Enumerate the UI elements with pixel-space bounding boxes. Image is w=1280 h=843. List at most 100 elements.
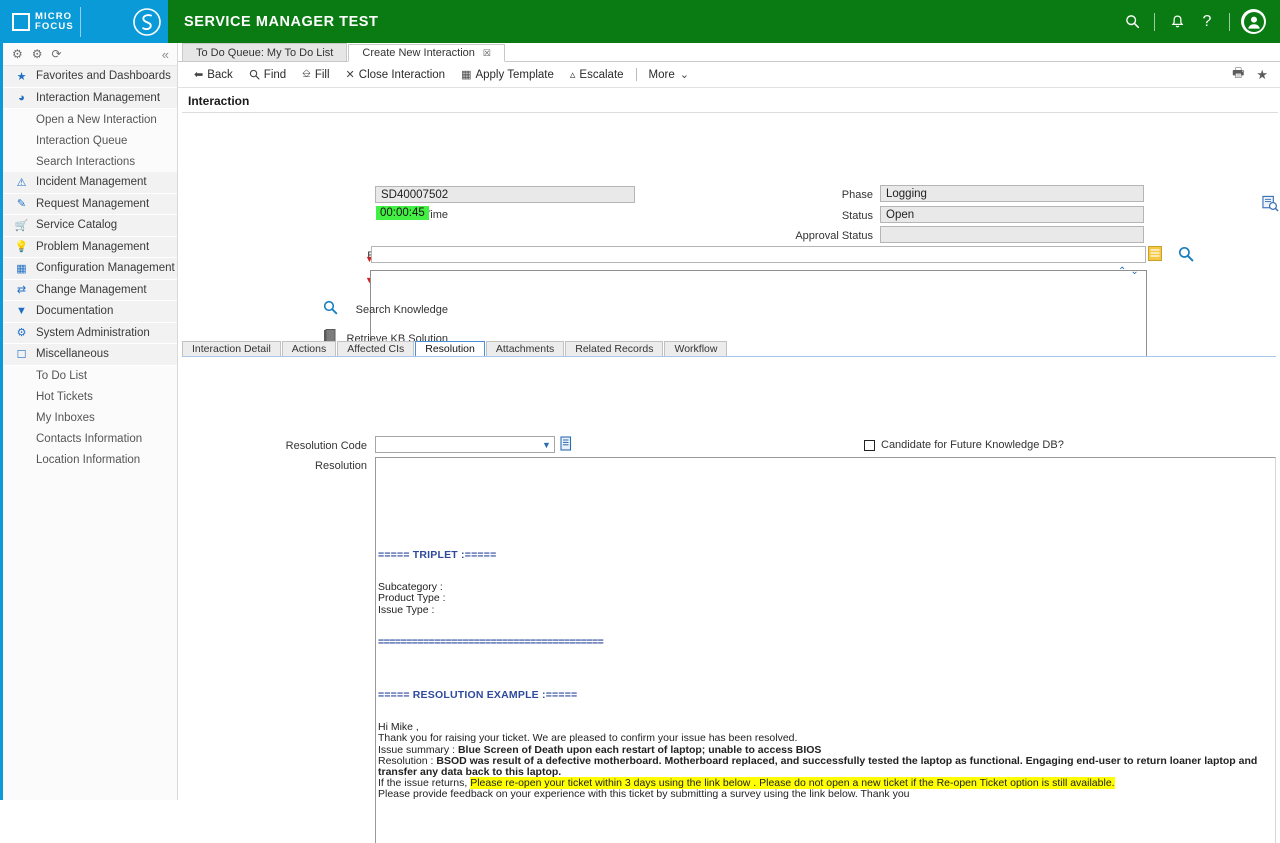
more-button[interactable]: More ⌄ <box>641 62 697 88</box>
sidebar-item-documentation[interactable]: ▼ Documentation <box>3 301 177 323</box>
tab-label: Actions <box>291 343 327 355</box>
app-header: MICRO FOCUS SERVICE MANAGER TEST ? <box>0 0 1280 43</box>
printer-icon[interactable]: 🖶 <box>1232 64 1244 86</box>
gear-icon[interactable]: ⚙ <box>12 48 23 60</box>
sidebar-item-label: Configuration Management <box>36 262 175 275</box>
sidebar-item-request-management[interactable]: ✎ Request Management <box>3 193 177 215</box>
sidebar-item-hot-tickets[interactable]: Hot Tickets <box>3 386 177 408</box>
exchange-icon: ⇄ <box>16 284 27 297</box>
sidebar-item-search-interactions[interactable]: Search Interactions <box>3 151 177 172</box>
sidebar-item-change-management[interactable]: ⇄ Change Management <box>3 279 177 301</box>
feedback-line: Please provide feedback on your experien… <box>378 788 910 801</box>
back-button[interactable]: ⬅ Back <box>186 62 241 88</box>
apply-template-button[interactable]: ▦ Apply Template <box>453 62 562 88</box>
logo-divider <box>79 6 81 37</box>
section-heading: Interaction <box>182 88 1278 113</box>
header-divider-1 <box>1154 12 1155 31</box>
sidebar-collapse-icon[interactable]: « <box>162 47 169 62</box>
window-tab-create-new-interaction[interactable]: Create New Interaction ☒ <box>348 44 505 62</box>
sidebar-item-configuration-management[interactable]: ▦ Configuration Management <box>3 258 177 280</box>
search-knowledge-icon[interactable] <box>323 300 338 320</box>
sidebar-item-label: Miscellaneous <box>36 348 109 361</box>
sidebar-item-service-catalog[interactable]: 🛒 Service Catalog <box>3 215 177 237</box>
sidebar-item-my-inboxes[interactable]: My Inboxes <box>3 407 177 429</box>
tab-workflow[interactable]: Workflow <box>664 341 728 357</box>
admin-icon: ⚙ <box>16 327 27 340</box>
sidebar-subitem-label: Contacts Information <box>36 433 143 445</box>
phase-field[interactable]: Logging <box>880 185 1144 202</box>
tab-resolution[interactable]: Resolution <box>415 341 485 357</box>
search-icon <box>249 69 260 80</box>
sidebar-item-open-a-new-interaction[interactable]: Open a New Interaction <box>3 109 177 130</box>
sidebar-item-incident-management[interactable]: ⚠ Incident Management <box>3 172 177 194</box>
chevron-down-icon[interactable]: ▼ <box>539 437 554 452</box>
sidebar-subitem-label: To Do List <box>36 370 88 382</box>
resolution-line: Resolution : BSOD was result of a defect… <box>378 754 1258 778</box>
sidebar-item-location-information[interactable]: Location Information <box>3 449 177 471</box>
status-field[interactable]: Open <box>880 206 1144 223</box>
sidebar-item-miscellaneous[interactable]: ☐ Miscellaneous <box>3 344 177 366</box>
toolbar-divider <box>635 68 637 81</box>
escalate-button[interactable]: ▵ Escalate <box>562 62 632 88</box>
find-button[interactable]: Find <box>241 62 294 88</box>
toolbar-right-actions: 🖶 ★ <box>1232 64 1280 86</box>
header-divider-2 <box>1229 12 1230 31</box>
help-icon[interactable]: ? <box>1192 0 1222 43</box>
approval-status-field[interactable] <box>880 226 1144 243</box>
headset-icon: ◕ <box>18 91 25 104</box>
refresh-icon[interactable]: ⟳ <box>52 48 62 60</box>
brief-description-search-icon[interactable] <box>1178 246 1194 267</box>
swirl-logo-icon <box>125 0 168 43</box>
resolution-prefix: Resolution : <box>378 754 437 767</box>
resolution-code-combo[interactable]: ▼ <box>375 436 555 453</box>
back-label: Back <box>207 68 233 81</box>
star-icon[interactable]: ★ <box>1256 67 1268 83</box>
form-detail-search-icon[interactable] <box>1262 195 1279 217</box>
window-tab-to-do-queue[interactable]: To Do Queue: My To Do List <box>182 43 348 61</box>
close-icon[interactable]: ☒ <box>483 48 491 59</box>
sidebar-item-problem-management[interactable]: 💡 Problem Management <box>3 236 177 258</box>
sidebar-item-interaction-queue[interactable]: Interaction Queue <box>3 130 177 151</box>
phase-label: Phase <box>841 189 873 201</box>
description-collapse-chevrons-icon[interactable]: ⌃⌄ <box>1118 266 1143 277</box>
handle-time-value: 00:00:45 <box>376 206 429 220</box>
tab-actions[interactable]: Actions <box>281 341 337 357</box>
sidebar-item-label: System Administration <box>36 326 150 339</box>
fill-label: Fill <box>314 68 330 81</box>
sidebar-item-label: Documentation <box>36 305 114 318</box>
sidebar-subitem-label: Hot Tickets <box>36 391 93 403</box>
candidate-knowledge-db-row[interactable]: Candidate for Future Knowledge DB? <box>864 439 1064 451</box>
brief-description-list-icon[interactable] <box>1148 246 1162 266</box>
candidate-knowledge-db-checkbox[interactable] <box>864 439 875 451</box>
sidebar-item-interaction-management[interactable]: ◕ Interaction Management <box>3 87 177 109</box>
tab-related-records[interactable]: Related Records <box>565 341 664 357</box>
bell-icon[interactable] <box>1162 0 1192 43</box>
tab-affected-cis[interactable]: Affected CIs <box>337 341 415 357</box>
tab-label: Workflow <box>674 343 718 355</box>
warning-icon: ⚠ <box>16 176 27 189</box>
sidebar-item-contacts-information[interactable]: Contacts Information <box>3 428 177 450</box>
sidebar-item-to-do-list[interactable]: To Do List <box>3 365 177 387</box>
resolution-code-lookup-icon[interactable] <box>560 436 573 456</box>
sidebar-item-system-administration[interactable]: ⚙ System Administration <box>3 322 177 344</box>
resolution-body-text: ===== TRIPLET :===== Subcategory : Produ… <box>378 549 1258 801</box>
close-interaction-button[interactable]: ✕ Close Interaction <box>338 62 454 88</box>
status-label: Status <box>841 210 873 222</box>
sidebar-item-favorites-and-dashboards[interactable]: ★ Favorites and Dashboards <box>3 66 177 88</box>
fill-button[interactable]: ⎒ Fill <box>294 62 337 88</box>
box-icon: ☐ <box>16 348 27 361</box>
tab-interaction-detail[interactable]: Interaction Detail <box>182 341 281 357</box>
sidebar-item-label: Request Management <box>36 197 150 210</box>
user-avatar-icon[interactable] <box>1241 9 1266 34</box>
gear-refresh-icon[interactable]: ⚙ <box>32 48 43 60</box>
sidebar-subitem-label: Search Interactions <box>36 155 136 168</box>
template-icon: ▦ <box>461 69 472 81</box>
apply-template-label: Apply Template <box>475 68 554 81</box>
tab-label: Related Records <box>575 343 654 355</box>
interaction-id-field[interactable]: SD40007502 <box>375 186 635 203</box>
section-divider: ======================================== <box>378 635 604 648</box>
tab-attachments[interactable]: Attachments <box>485 341 565 357</box>
escalate-label: Escalate <box>579 68 624 81</box>
brief-description-input[interactable] <box>371 246 1146 263</box>
search-icon[interactable] <box>1117 0 1147 43</box>
